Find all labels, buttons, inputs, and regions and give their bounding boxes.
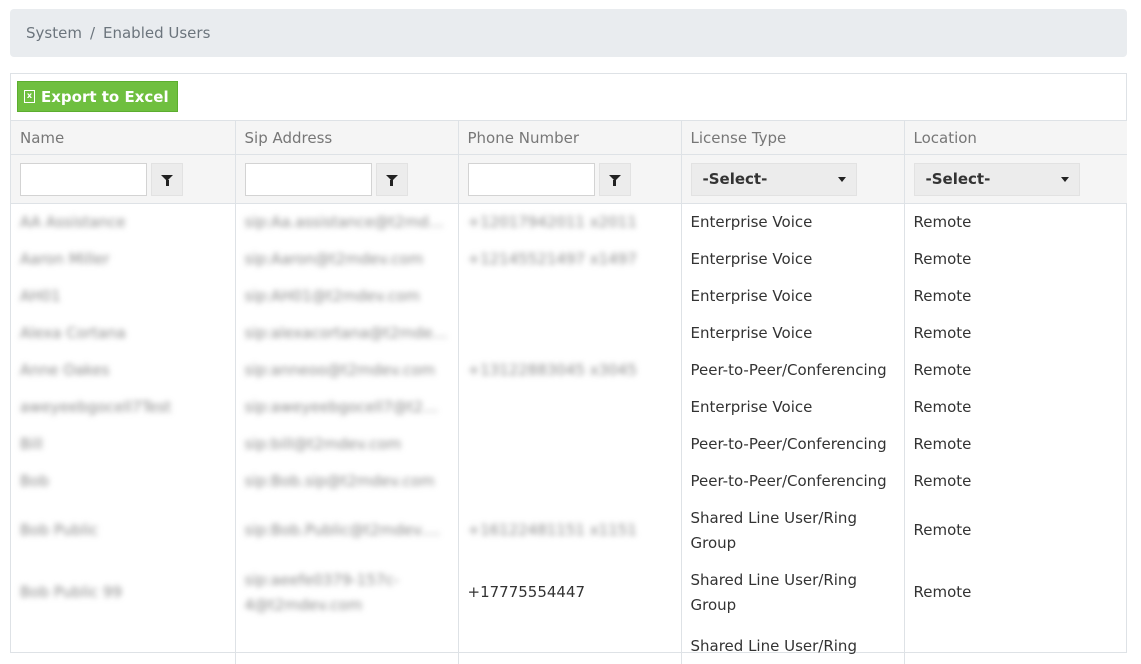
license-filter-cell: -Select- xyxy=(681,154,905,204)
cell-license-type: Enterprise Voice xyxy=(690,249,813,268)
cell-phone-number: +12145521497 x1497 xyxy=(467,249,637,268)
cell-location: Remote xyxy=(913,212,972,231)
cell-name: Bob Public 99 xyxy=(20,583,123,601)
export-label: Export to Excel xyxy=(41,87,169,106)
column-header-license-type[interactable]: License Type xyxy=(681,120,905,155)
filter-icon xyxy=(161,174,173,186)
cell-phone-number: +12017942011 x2011 xyxy=(467,212,637,231)
cell-name: Bill xyxy=(20,434,43,453)
cell-sip-address: sip:alexacortana@t2mdev... xyxy=(244,323,449,342)
phone-number-filter-button[interactable] xyxy=(598,162,631,196)
cell-location: Remote xyxy=(913,360,972,379)
cell-license-type: Peer-to-Peer/Conferencing xyxy=(690,434,887,453)
cell-name: aweyeebgocell7Test xyxy=(20,397,172,416)
cell-sip-address: sip:Aaron@t2mdev.com xyxy=(244,249,424,268)
cell-license-type: Enterprise Voice xyxy=(690,212,813,231)
cell-location: Remote xyxy=(913,249,972,268)
table-row[interactable]: Alexa Cortana sip:alexacortana@t2mdev...… xyxy=(11,314,1127,352)
column-header-location[interactable]: Location xyxy=(904,120,1127,155)
location-filter-cell: -Select- xyxy=(904,154,1127,204)
table-row[interactable]: AH01 sip:AH01@t2mdev.com Enterprise Voic… xyxy=(11,277,1127,315)
export-to-excel-button[interactable]: x Export to Excel xyxy=(17,81,178,112)
cell-license-type: Enterprise Voice xyxy=(690,323,813,342)
cell-sip-address: sip:aweyeebgocell7@t2mde... xyxy=(244,397,449,416)
phone-filter-cell xyxy=(458,154,682,204)
cell-sip-address: sip:Aa.assistance@t2mdev... xyxy=(244,212,449,231)
cell-license-type: Shared Line User/Ring xyxy=(690,636,857,655)
table-row[interactable]: aweyeebgocell7Test sip:aweyeebgocell7@t2… xyxy=(11,388,1127,426)
cell-location: Remote xyxy=(913,323,972,342)
table-row[interactable]: AA Assistance sip:Aa.assistance@t2mdev..… xyxy=(11,203,1127,241)
cell-phone-number: +17775554447 xyxy=(467,583,586,601)
table-row[interactable]: Anne Oakes sip:anneoo@t2mdev.com +131228… xyxy=(11,351,1127,389)
cell-sip-address: sip:AH01@t2mdev.com xyxy=(244,286,421,305)
sip-address-filter-input[interactable] xyxy=(244,162,372,196)
breadcrumb-item-enabled-users: Enabled Users xyxy=(103,24,211,42)
grid-toolbar: x Export to Excel xyxy=(11,74,1126,120)
cell-name: Bob Public xyxy=(20,521,99,539)
cell-sip-address: sip:Bob.Public@t2mdev.com xyxy=(244,521,449,539)
users-table: Name Sip Address Phone Number License Ty… xyxy=(11,120,1127,664)
cell-license-type: Shared Line User/Ring Group xyxy=(690,508,857,552)
license-type-select[interactable]: -Select- xyxy=(690,162,857,196)
breadcrumb-item-system[interactable]: System xyxy=(26,24,82,42)
phone-number-filter-input[interactable] xyxy=(467,162,595,196)
cell-license-type: Peer-to-Peer/Conferencing xyxy=(690,360,887,379)
license-type-select-value: -Select- xyxy=(702,170,768,188)
chevron-down-icon xyxy=(837,176,846,182)
cell-name: Anne Oakes xyxy=(20,360,110,379)
table-row[interactable]: Bob Public 99 sip:aeefe0379-157c-4@t2mde… xyxy=(11,561,1127,624)
cell-license-type: Enterprise Voice xyxy=(690,397,813,416)
cell-sip-address: sip:anneoo@t2mdev.com xyxy=(244,360,436,379)
table-row[interactable]: Shared Line User/Ring xyxy=(11,623,1127,664)
table-row[interactable]: Bob Public sip:Bob.Public@t2mdev.com +16… xyxy=(11,499,1127,562)
chevron-down-icon xyxy=(1060,176,1069,182)
cell-name: Alexa Cortana xyxy=(20,323,126,342)
cell-sip-address: sip:aeefe0379-157c-4@t2mdev.com xyxy=(244,570,400,614)
column-header-sip-address[interactable]: Sip Address xyxy=(235,120,459,155)
cell-phone-number: +13122883045 x3045 xyxy=(467,360,637,379)
cell-location: Remote xyxy=(913,397,972,416)
table-row[interactable]: Bill sip:bill@t2mdev.com Peer-to-Peer/Co… xyxy=(11,425,1127,463)
filter-icon xyxy=(608,174,621,186)
sip-filter-cell xyxy=(235,154,459,204)
table-header-row: Name Sip Address Phone Number License Ty… xyxy=(11,120,1127,155)
name-filter-cell xyxy=(11,154,236,204)
cell-location: Remote xyxy=(913,471,972,490)
cell-location: Remote xyxy=(913,583,972,601)
breadcrumb: System / Enabled Users xyxy=(10,9,1127,57)
excel-icon: x xyxy=(24,90,35,103)
filter-row: -Select- -Select- xyxy=(11,154,1127,204)
cell-name: AH01 xyxy=(20,286,61,305)
cell-license-type: Enterprise Voice xyxy=(690,286,813,305)
users-grid-panel: x Export to Excel Name Sip Address Phone… xyxy=(10,73,1127,664)
column-header-name[interactable]: Name xyxy=(11,120,236,155)
location-select-value: -Select- xyxy=(925,170,991,188)
sip-address-filter-button[interactable] xyxy=(375,162,408,196)
cell-name: AA Assistance xyxy=(20,212,126,231)
cell-name: Aaron Miller xyxy=(20,249,110,268)
table-row[interactable]: Aaron Miller sip:Aaron@t2mdev.com +12145… xyxy=(11,240,1127,278)
table-row[interactable]: Bob sip:Bob.sip@t2mdev.com Peer-to-Peer/… xyxy=(11,462,1127,500)
column-header-phone-number[interactable]: Phone Number xyxy=(458,120,682,155)
name-filter-button[interactable] xyxy=(151,162,183,196)
cell-name: Bob xyxy=(20,471,49,490)
cell-location: Remote xyxy=(913,434,972,453)
filter-icon xyxy=(385,174,398,186)
location-select[interactable]: -Select- xyxy=(913,162,1080,196)
cell-license-type: Peer-to-Peer/Conferencing xyxy=(690,471,887,490)
cell-location: Remote xyxy=(913,521,972,539)
cell-license-type: Shared Line User/Ring Group xyxy=(690,570,857,614)
cell-sip-address: sip:bill@t2mdev.com xyxy=(244,434,402,453)
cell-location: Remote xyxy=(913,286,972,305)
name-filter-input[interactable] xyxy=(20,162,147,196)
cell-sip-address: sip:Bob.sip@t2mdev.com xyxy=(244,471,435,490)
breadcrumb-separator: / xyxy=(89,24,95,42)
cell-phone-number: +16122481151 x1151 xyxy=(467,521,637,539)
